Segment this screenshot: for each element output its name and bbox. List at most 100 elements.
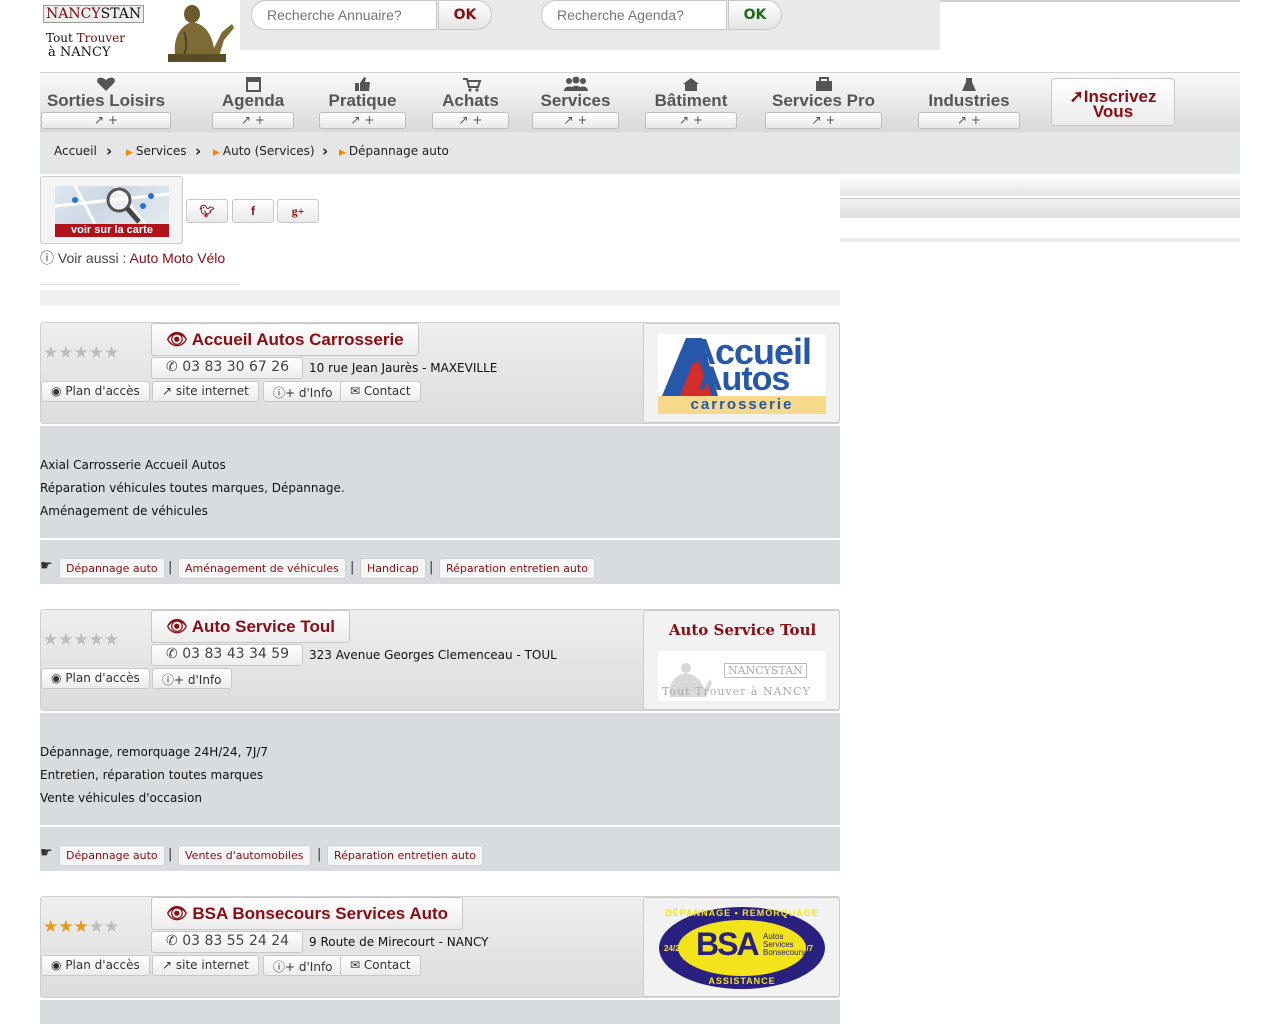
cart-icon <box>463 78 482 92</box>
listing-description: Axial Carrosserie Accueil Autos Réparati… <box>40 426 840 538</box>
map-access-button[interactable]: ◉ Plan d'accès <box>41 381 150 402</box>
contact-button[interactable]: ✉ Contact <box>340 955 421 976</box>
directory-search-input[interactable] <box>251 0 437 30</box>
nav-batiment[interactable]: Bâtiment ↗ + <box>645 73 737 129</box>
phone-number[interactable]: ✆ 03 83 43 34 59 <box>151 644 303 666</box>
more-info-button[interactable]: ⓘ+ d'Info <box>263 381 343 402</box>
more-info-button[interactable]: ⓘ+ d'Info <box>263 955 343 976</box>
signup-button[interactable]: ➚Inscrivez Vous <box>1051 78 1175 126</box>
eye-icon: 👁︎ <box>166 904 188 923</box>
tag-link[interactable]: Réparation entretien auto <box>439 558 595 579</box>
listing-card: ★★★★★ 👁︎ BSA Bonsecours Services Auto ✆ … <box>40 896 840 1024</box>
phone-number[interactable]: ✆ 03 83 30 67 26 <box>151 357 303 379</box>
address: 9 Route de Mirecourt - NANCY <box>309 935 489 949</box>
nav-services-pro[interactable]: Services Pro ↗ + <box>765 73 882 129</box>
nav-expand-button[interactable]: ↗ + <box>918 112 1020 129</box>
site-logo[interactable]: NANCYSTAN Tout Trouver à NANCY <box>40 0 240 64</box>
listing-card: ★★★★★ 👁︎ Accueil Autos Carrosserie ✆ 03 … <box>40 322 840 584</box>
globe-icon: ◉ <box>51 671 62 685</box>
nav-services[interactable]: Services ↗ + <box>532 73 619 129</box>
directory-search-ok-button[interactable]: OK <box>438 0 492 30</box>
see-also-link[interactable]: Auto Moto Vélo <box>129 250 225 266</box>
tag-link[interactable]: Aménagement de véhicules <box>178 558 346 579</box>
nav-expand-button[interactable]: ↗ + <box>41 112 171 129</box>
breadcrumb-item-auto-services[interactable]: ▶ Auto (Services) <box>213 144 315 158</box>
agenda-search-input[interactable] <box>541 0 727 30</box>
external-link-icon: ↗ <box>162 384 173 398</box>
nav-achats[interactable]: Achats ↗ + <box>432 73 509 129</box>
eye-icon: 👁︎ <box>166 330 188 349</box>
listing-logo[interactable]: Auto Service Toul NANCYSTAN Tout Trouver… <box>643 610 840 710</box>
nav-agenda[interactable]: Agenda ↗ + <box>212 73 294 129</box>
nav-expand-button[interactable]: ↗ + <box>645 112 737 129</box>
search-bar: OK OK <box>240 0 940 50</box>
breadcrumb-item-accueil[interactable]: Accueil <box>54 144 97 158</box>
breadcrumb-item-current: ▶ Dépannage auto <box>339 144 449 158</box>
nav-sorties-loisirs[interactable]: Sorties Loisirs ↗ + <box>40 73 172 129</box>
tag-link[interactable]: Réparation entretien auto <box>327 845 483 866</box>
briefcase-icon <box>816 77 832 91</box>
tag-link[interactable]: Dépannage auto <box>59 845 165 866</box>
nav-expand-button[interactable]: ↗ + <box>432 112 509 129</box>
nav-pratique[interactable]: Pratique ↗ + <box>319 73 406 129</box>
magnifier-icon <box>55 186 169 225</box>
nav-label: Agenda <box>221 91 285 110</box>
google-plus-share-button[interactable]: g+ <box>277 199 319 223</box>
tag-link[interactable]: Dépannage auto <box>59 558 165 579</box>
twitter-share-button[interactable]: 🐦︎ <box>186 199 228 223</box>
nav-industries[interactable]: Industries ↗ + <box>918 73 1020 129</box>
map-access-button[interactable]: ◉ Plan d'accès <box>41 668 150 689</box>
flask-icon <box>962 78 976 91</box>
nav-expand-button[interactable]: ↗ + <box>532 112 619 129</box>
listing-header: ★★★★★ 👁︎ Accueil Autos Carrosserie ✆ 03 … <box>40 322 840 424</box>
right-panel <box>840 174 1240 244</box>
listing-tags: ☛ Dépannage auto | Ventes d'automobiles … <box>40 827 840 871</box>
address: 10 rue Jean Jaurès - MAXEVILLE <box>309 361 498 375</box>
logo-tagline-city: à NANCY <box>48 45 111 60</box>
hand-pointer-icon: ☛ <box>40 845 53 861</box>
nav-label: Achats <box>442 91 499 110</box>
breadcrumb: Accueil › ▶ Services › ▶ Auto (Services) ›… <box>40 132 1240 174</box>
listing-title-button[interactable]: 👁︎ Accueil Autos Carrosserie <box>151 323 419 356</box>
map-label: voir sur la carte <box>55 224 169 237</box>
listing-tags: ☛ Dépannage auto | Aménagement de véhicu… <box>40 540 840 584</box>
nav-expand-button[interactable]: ↗ + <box>319 112 406 129</box>
facebook-share-button[interactable]: f <box>232 199 274 223</box>
info-icon: ⓘ <box>162 673 175 687</box>
listing-header: ★★★★★ 👁︎ Auto Service Toul ✆ 03 83 43 34… <box>40 609 840 711</box>
nancystan-placeholder-logo: NANCYSTAN Tout Trouver à NANCY <box>658 651 826 701</box>
listing-card: ★★★★★ 👁︎ Auto Service Toul ✆ 03 83 43 34… <box>40 609 840 871</box>
listing-title-button[interactable]: 👁︎ Auto Service Toul <box>151 610 350 643</box>
magic-wand-icon: ➚ <box>1069 87 1084 106</box>
globe-icon: ◉ <box>51 384 62 398</box>
nav-expand-button[interactable]: ↗ + <box>765 112 882 129</box>
agenda-search-ok-button[interactable]: OK <box>728 0 782 30</box>
website-button[interactable]: ↗ site internet <box>152 955 259 976</box>
phone-icon: ✆ <box>166 359 178 375</box>
heart-icon <box>97 77 115 91</box>
phone-number[interactable]: ✆ 03 83 55 24 24 <box>151 931 303 953</box>
info-icon: ⓘ <box>40 250 54 266</box>
logo-brand: NANCYSTAN <box>43 5 145 23</box>
nav-label: Services Pro <box>771 91 875 110</box>
more-info-button[interactable]: ⓘ+ d'Info <box>152 668 232 689</box>
contact-button[interactable]: ✉ Contact <box>340 381 421 402</box>
listing-title-button[interactable]: 👁︎ BSA Bonsecours Services Auto <box>151 897 464 930</box>
website-button[interactable]: ↗ site internet <box>152 381 259 402</box>
info-icon: ⓘ <box>273 386 286 400</box>
chevron-right-icon: › <box>106 142 113 160</box>
map-link[interactable]: voir sur la carte <box>40 176 183 244</box>
breadcrumb-item-services[interactable]: ▶ Services <box>126 144 187 158</box>
tag-link[interactable]: Ventes d'automobiles <box>178 845 311 866</box>
header-divider <box>940 0 1240 2</box>
tag-link[interactable]: Handicap <box>360 558 426 579</box>
nav-expand-button[interactable]: ↗ + <box>212 112 294 129</box>
listing-logo[interactable]: DÉPANNAGE • REMORQUAGE BSA Autos Service… <box>643 897 840 997</box>
map-access-button[interactable]: ◉ Plan d'accès <box>41 955 150 976</box>
listing-logo-title: Auto Service Toul <box>668 621 817 639</box>
home-icon <box>683 78 699 91</box>
nav-label: Pratique <box>328 91 397 110</box>
nav-label: Industries <box>928 91 1010 110</box>
listing-logo[interactable]: Accueil Autos carrosserie <box>643 323 840 423</box>
info-icon: ⓘ <box>273 960 286 974</box>
